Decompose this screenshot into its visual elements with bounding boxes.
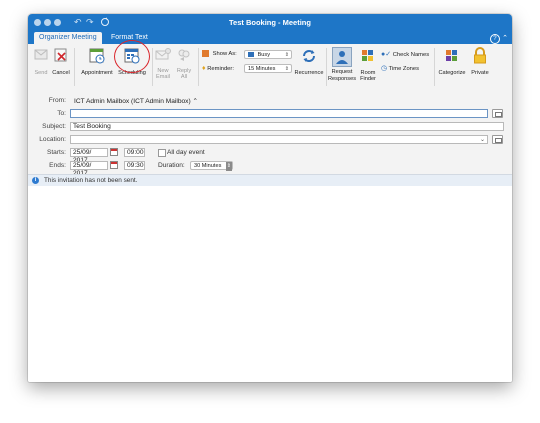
address-book-icon[interactable] <box>492 109 503 118</box>
end-time-field[interactable]: 09:30 <box>124 161 145 170</box>
show-as-group: Show As: <box>202 50 237 59</box>
meeting-window: ↶ ↷ Test Booking - Meeting Organizer Mee… <box>28 14 512 382</box>
info-icon: i <box>32 177 39 184</box>
room-finder-button[interactable]: Room Finder <box>357 47 379 83</box>
send-button[interactable]: Send <box>32 47 50 76</box>
duration-label: Duration: <box>158 162 185 169</box>
help-icon[interactable]: ? <box>489 34 500 44</box>
starts-label: Starts: <box>46 149 66 156</box>
new-email-button[interactable]: New Email <box>153 47 173 81</box>
subject-label: Subject: <box>42 123 66 130</box>
categorize-button[interactable]: Categorize <box>436 47 468 76</box>
reminder-select[interactable]: 15 Minutes ⇕ <box>244 64 292 73</box>
ribbon-tabs: Organizer Meeting Format Text ? ⌃ <box>28 32 512 44</box>
request-responses-button[interactable]: Request Responses <box>328 47 356 82</box>
tab-organizer-meeting[interactable]: Organizer Meeting <box>34 32 102 44</box>
location-field[interactable] <box>70 135 488 144</box>
appointment-button[interactable]: Appointment <box>79 47 115 76</box>
show-as-value: Busy <box>257 52 270 58</box>
categorize-icon <box>436 47 468 68</box>
to-field[interactable] <box>70 109 488 118</box>
new-email-icon <box>153 47 173 66</box>
ribbon: Send Cancel Appointment Scheduling New E… <box>28 40 512 92</box>
show-as-label: Show As: <box>212 51 237 58</box>
send-icon <box>32 47 50 66</box>
duration-value: 30 Minutes <box>194 163 222 169</box>
stepper-icon: ⇕ <box>225 162 232 171</box>
reply-all-button[interactable]: Reply All <box>174 47 194 81</box>
annotation-circle <box>114 40 150 73</box>
check-names-button[interactable]: ●✓ Check Names <box>381 50 429 59</box>
help-controls: ? ⌃ <box>489 33 508 44</box>
appointment-icon <box>79 47 115 68</box>
show-as-select[interactable]: Busy ⇕ <box>244 50 292 59</box>
reply-all-icon <box>174 47 194 66</box>
duration-select[interactable]: 30 Minutes ⇕ <box>190 161 233 171</box>
show-as-icon <box>202 50 209 57</box>
start-time-field[interactable]: 09:00 <box>124 148 145 157</box>
from-select[interactable]: ICT Admin Mailbox (ICT Admin Mailbox) ⌃ <box>74 97 198 105</box>
all-day-checkbox[interactable] <box>158 149 166 157</box>
title-bar: ↶ ↷ Test Booking - Meeting <box>28 14 512 32</box>
collapse-ribbon-icon[interactable]: ⌃ <box>502 35 508 42</box>
show-as-swatch <box>248 52 254 58</box>
ribbon-separator <box>74 48 75 86</box>
location-dropdown-icon[interactable]: ⌄ <box>480 136 485 143</box>
all-day-label: All day event <box>167 149 205 156</box>
calendar-icon[interactable] <box>110 161 118 169</box>
recurrence-icon <box>294 47 324 68</box>
ribbon-separator <box>198 48 199 86</box>
cancel-meeting-button[interactable]: Cancel <box>51 47 71 76</box>
window-title: Test Booking - Meeting <box>229 18 311 27</box>
recurrence-button[interactable]: Recurrence <box>294 47 324 76</box>
ends-label: Ends: <box>49 162 66 169</box>
message-body[interactable] <box>28 186 512 382</box>
ribbon-separator <box>434 48 435 86</box>
time-zones-button[interactable]: ◷ Time Zones <box>381 64 419 73</box>
end-date-field[interactable]: 25/09/ 2017 <box>70 161 108 177</box>
from-label: From: <box>48 97 66 104</box>
private-button[interactable]: Private <box>468 47 492 76</box>
meeting-form: From: ICT Admin Mailbox (ICT Admin Mailb… <box>28 91 512 177</box>
calendar-icon[interactable] <box>110 148 118 156</box>
reminder-group: ♦ Reminder: <box>202 64 234 73</box>
time-zones-icon: ◷ <box>381 65 388 72</box>
lock-icon <box>468 47 492 68</box>
info-message: This invitation has not been sent. <box>44 177 138 184</box>
reminder-label: Reminder: <box>207 66 234 72</box>
bell-icon: ♦ <box>202 65 206 72</box>
cancel-meeting-icon <box>51 47 71 66</box>
room-finder-icon <box>357 47 379 68</box>
location-label: Location: <box>39 136 66 143</box>
stepper-icon: ⇕ <box>284 66 289 72</box>
ribbon-separator <box>326 48 327 86</box>
check-names-icon: ●✓ <box>381 51 392 58</box>
reminder-value: 15 Minutes <box>248 66 276 72</box>
subject-field[interactable]: Test Booking <box>70 122 504 131</box>
start-date-field[interactable]: 25/09/ 2017 <box>70 148 108 164</box>
to-label: To: <box>57 110 66 117</box>
request-responses-icon <box>332 47 352 67</box>
room-book-icon[interactable] <box>492 135 503 144</box>
stepper-icon: ⇕ <box>284 52 289 58</box>
